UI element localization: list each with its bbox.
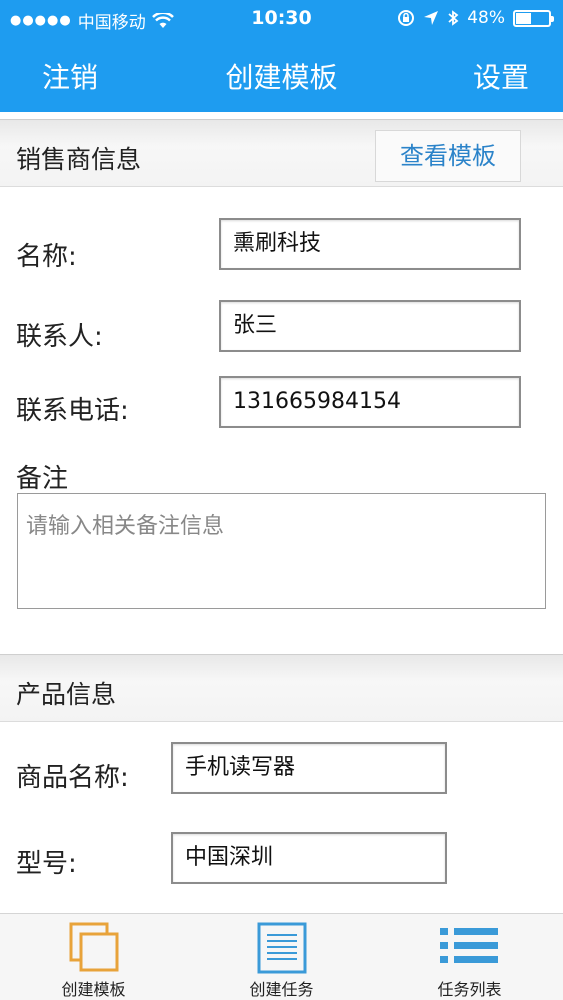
contact-input[interactable]: 张三 — [219, 300, 521, 352]
status-right: 48% — [397, 8, 554, 28]
battery-percent: 48% — [467, 8, 505, 28]
tab-label: 创建任务 — [249, 980, 314, 999]
tab-label: 任务列表 — [437, 980, 502, 999]
nav-bar: 注销 创建模板 设置 — [0, 36, 563, 112]
document-icon — [257, 922, 307, 974]
phone-label: 联系电话: — [16, 396, 129, 426]
bluetooth-icon — [448, 10, 459, 26]
tab-create-task[interactable]: 创建任务 — [188, 914, 375, 1000]
name-input[interactable]: 熏刷科技 — [219, 218, 521, 270]
model-label: 型号: — [16, 849, 77, 879]
tab-label: 创建模板 — [61, 980, 126, 999]
logout-button[interactable]: 注销 — [42, 56, 98, 96]
battery-icon — [513, 9, 554, 27]
tab-create-template[interactable]: 创建模板 — [0, 914, 187, 1000]
note-label: 备注 — [16, 464, 69, 494]
copy-icon — [69, 922, 119, 972]
dealer-section-header: 销售商信息 查看模板 — [0, 119, 563, 187]
product-section-header: 产品信息 — [0, 654, 563, 722]
location-icon — [424, 11, 439, 25]
settings-button[interactable]: 设置 — [473, 56, 529, 96]
contact-label: 联系人: — [16, 322, 103, 352]
status-bar: ●●●●● 中国移动 10:30 48% — [0, 0, 563, 36]
tab-task-list[interactable]: 任务列表 — [376, 914, 563, 1000]
view-template-button[interactable]: 查看模板 — [375, 130, 521, 182]
product-name-label: 商品名称: — [16, 763, 129, 793]
product-name-input[interactable]: 手机读写器 — [171, 742, 447, 794]
list-icon — [440, 928, 498, 963]
phone-input[interactable]: 131665984154 — [219, 376, 521, 428]
note-textarea[interactable]: 请输入相关备注信息 — [17, 493, 546, 609]
tab-bar: 创建模板 创建任务 任务列表 — [0, 913, 563, 1000]
dealer-section-title: 销售商信息 — [16, 145, 142, 174]
name-label: 名称: — [16, 242, 77, 272]
rotation-lock-icon — [398, 10, 415, 26]
product-section-title: 产品信息 — [16, 680, 117, 709]
model-input[interactable]: 中国深圳 — [171, 832, 447, 884]
battery-fill — [516, 12, 531, 24]
